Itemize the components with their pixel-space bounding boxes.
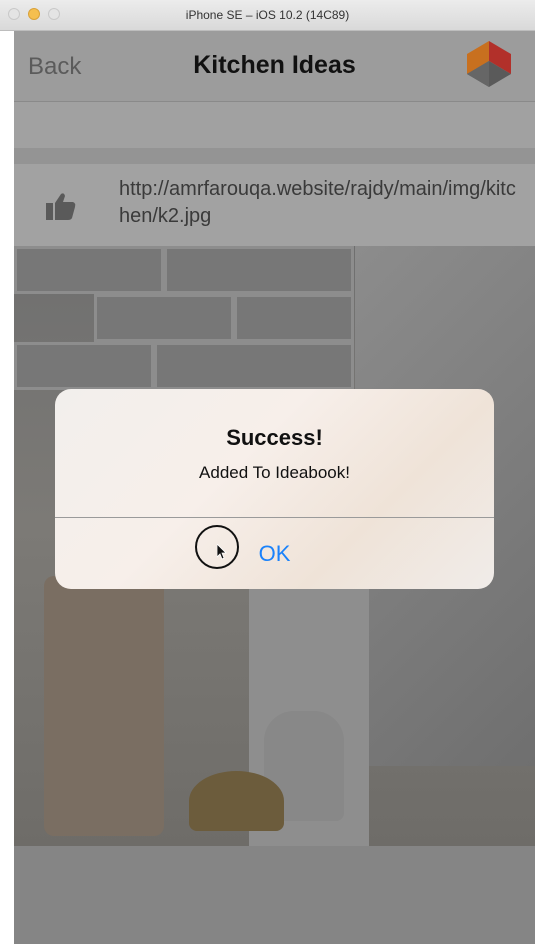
photo-tile — [14, 246, 164, 294]
window-title: iPhone SE – iOS 10.2 (14C89) — [185, 8, 350, 22]
photo-tile — [234, 294, 354, 342]
success-alert-dialog: Success! Added To Ideabook! OK — [55, 389, 494, 589]
photo-tile — [94, 294, 234, 342]
photo-tile — [154, 342, 354, 390]
cube-logo-icon — [467, 41, 511, 87]
photo-tile — [14, 342, 154, 390]
alert-title: Success! — [226, 425, 323, 450]
alert-message: Added To Ideabook! — [199, 463, 350, 482]
thumbs-up-icon[interactable] — [46, 192, 76, 220]
ok-button[interactable]: OK — [55, 518, 494, 589]
photo-countertop — [14, 846, 535, 944]
navigation-bar: Back Kitchen Ideas — [14, 31, 535, 102]
idea-list-item[interactable]: http://amrfarouqa.website/rajdy/main/img… — [14, 164, 535, 246]
phone-screen: Back Kitchen Ideas http://amrfarouqa.web… — [14, 31, 535, 944]
page-title: Kitchen Ideas — [193, 51, 356, 79]
kitchen-photo — [14, 246, 535, 944]
photo-utensil-jar — [44, 576, 164, 836]
photo-brass-bell — [189, 771, 284, 831]
photo-tile — [164, 246, 354, 294]
mouse-pointer-icon — [217, 544, 227, 560]
separator-strip — [14, 148, 535, 164]
image-url-label: http://amrfarouqa.website/rajdy/main/img… — [119, 178, 516, 227]
search-strip — [14, 102, 535, 148]
simulator-title-bar: iPhone SE – iOS 10.2 (14C89) — [0, 0, 535, 31]
